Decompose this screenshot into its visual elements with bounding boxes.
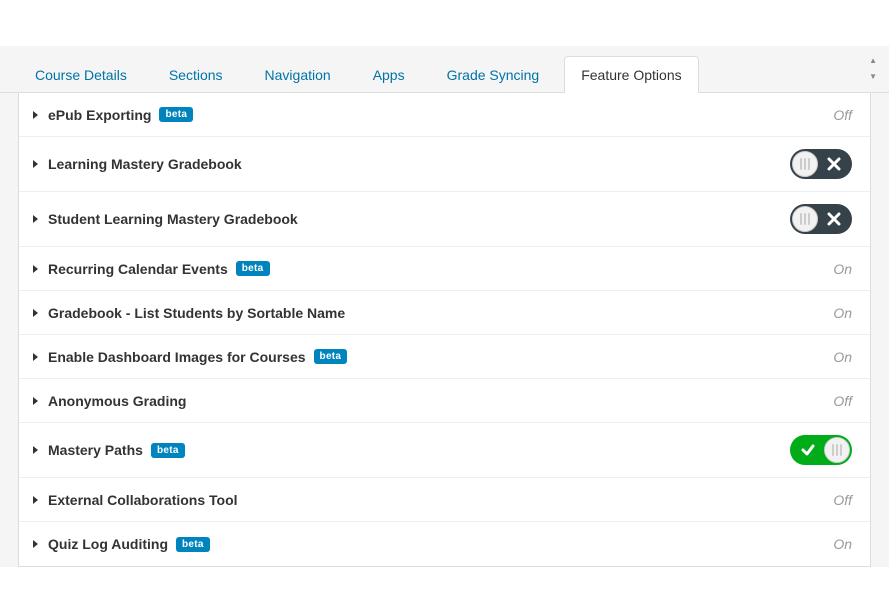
feature-row: Anonymous Grading Off (19, 379, 870, 423)
settings-container: Course DetailsSectionsNavigationAppsGrad… (0, 46, 889, 567)
feature-toggle[interactable] (790, 204, 852, 234)
tab-grade-syncing[interactable]: Grade Syncing (430, 56, 557, 93)
expand-caret-icon[interactable] (33, 215, 38, 223)
feature-row: Recurring Calendar Events beta On (19, 247, 870, 291)
expand-caret-icon[interactable] (33, 446, 38, 454)
beta-badge: beta (236, 261, 270, 276)
beta-badge: beta (314, 349, 348, 364)
feature-row: Gradebook - List Students by Sortable Na… (19, 291, 870, 335)
beta-badge: beta (176, 537, 210, 552)
feature-title: Gradebook - List Students by Sortable Na… (48, 305, 345, 321)
feature-title: Learning Mastery Gradebook (48, 156, 242, 172)
feature-state-text: Off (833, 393, 852, 409)
feature-row: ePub Exporting beta Off (19, 93, 870, 137)
feature-title: Mastery Paths (48, 442, 143, 458)
feature-state-text: Off (833, 107, 852, 123)
feature-title: Enable Dashboard Images for Courses (48, 349, 306, 365)
expand-caret-icon[interactable] (33, 309, 38, 317)
feature-row: Quiz Log Auditing beta On (19, 522, 870, 566)
feature-title: External Collaborations Tool (48, 492, 238, 508)
x-icon (818, 212, 850, 226)
feature-title: Anonymous Grading (48, 393, 186, 409)
feature-state-text: On (833, 349, 852, 365)
tab-navigation[interactable]: Navigation (248, 56, 348, 93)
feature-toggle[interactable] (790, 435, 852, 465)
expand-caret-icon[interactable] (33, 397, 38, 405)
feature-title: Recurring Calendar Events (48, 261, 228, 277)
feature-row: Mastery Paths beta (19, 423, 870, 478)
expand-caret-icon[interactable] (33, 540, 38, 548)
feature-state-text: On (833, 305, 852, 321)
tab-course-details[interactable]: Course Details (18, 56, 144, 93)
expand-caret-icon[interactable] (33, 496, 38, 504)
feature-row: Learning Mastery Gradebook (19, 137, 870, 192)
feature-state-text: Off (833, 492, 852, 508)
beta-badge: beta (159, 107, 193, 122)
feature-state-text: On (833, 536, 852, 552)
tab-scroll-down[interactable]: ▼ (869, 74, 877, 80)
feature-options-panel: ePub Exporting beta Off Learning Mastery Gr… (18, 93, 871, 567)
beta-badge: beta (151, 443, 185, 458)
tab-feature-options[interactable]: Feature Options (564, 56, 698, 93)
feature-row: Enable Dashboard Images for Courses beta O… (19, 335, 870, 379)
feature-toggle[interactable] (790, 149, 852, 179)
feature-title: ePub Exporting (48, 107, 151, 123)
feature-state-text: On (833, 261, 852, 277)
expand-caret-icon[interactable] (33, 265, 38, 273)
tab-scroll-up[interactable]: ▲ (869, 58, 877, 64)
feature-title: Quiz Log Auditing (48, 536, 168, 552)
tab-apps[interactable]: Apps (356, 56, 422, 93)
expand-caret-icon[interactable] (33, 353, 38, 361)
tab-scroll-arrows: ▲ ▼ (869, 58, 877, 80)
feature-row: External Collaborations Tool Off (19, 478, 870, 522)
check-icon (792, 442, 824, 458)
tab-bar: Course DetailsSectionsNavigationAppsGrad… (0, 46, 889, 93)
x-icon (818, 157, 850, 171)
feature-row: Student Learning Mastery Gradebook (19, 192, 870, 247)
expand-caret-icon[interactable] (33, 160, 38, 168)
expand-caret-icon[interactable] (33, 111, 38, 119)
feature-title: Student Learning Mastery Gradebook (48, 211, 298, 227)
tab-sections[interactable]: Sections (152, 56, 240, 93)
